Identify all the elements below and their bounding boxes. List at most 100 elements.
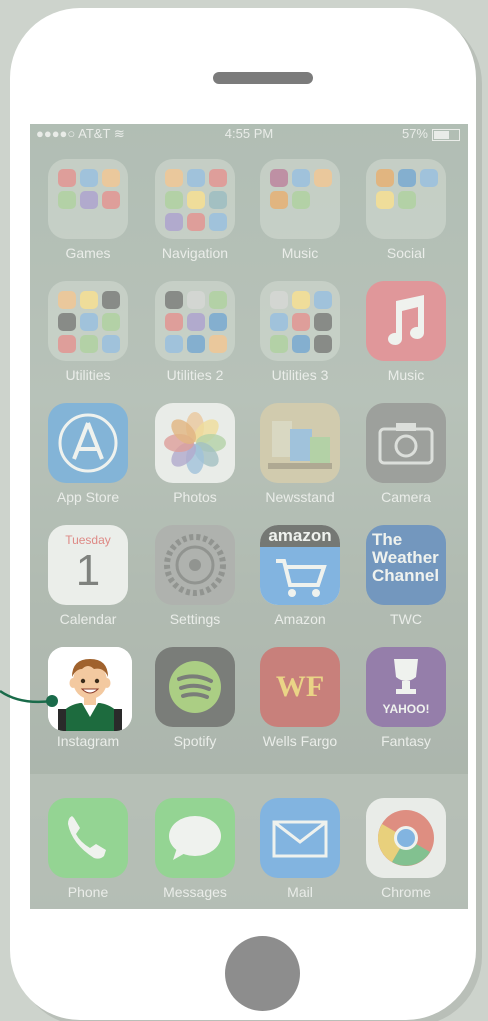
app-app-store[interactable]: App Store [46,403,130,505]
app-label: Chrome [381,884,431,900]
app-camera[interactable]: Camera [364,403,448,505]
folder-mini-icon [209,213,227,231]
folder-mini-icon [376,191,394,209]
app-mail[interactable]: Mail [258,798,342,900]
shopping-cart-icon [260,547,340,605]
app-wells-fargo[interactable]: WF Wells Fargo [258,647,342,749]
home-button[interactable] [225,936,300,1011]
folder-mini-icon [270,169,288,187]
app-label: Amazon [274,611,326,627]
app-label: Music [281,245,319,261]
app-calendar[interactable]: Tuesday 1 Calendar [46,525,130,627]
folder-icon [48,159,128,239]
app-twc[interactable]: The Weather Channel TWC [364,525,448,627]
twc-text-line: The [372,530,403,549]
folder-mini-icon [292,335,310,353]
phone-handset-icon [48,798,128,878]
settings-gear-icon [155,525,235,605]
app-amazon[interactable]: amazon Amazon [258,525,342,627]
envelope-icon [260,798,340,878]
app-label: Messages [163,884,227,900]
folder-mini-icon [187,313,205,331]
wells-fargo-wordmark: WF [275,670,325,703]
app-social[interactable]: Social [364,159,448,261]
folder-icon [155,159,235,239]
app-label: Mail [287,884,313,900]
folder-mini-icon [165,169,183,187]
folder-mini-icon [102,335,120,353]
app-newsstand[interactable]: Newsstand [258,403,342,505]
phone-speaker [213,72,313,84]
calendar-icon: Tuesday 1 [48,525,128,605]
app-utilities-3[interactable]: Utilities 3 [258,281,342,383]
app-label: Photos [173,489,217,505]
folder-mini-icon [292,191,310,209]
app-music[interactable]: Music [258,159,342,261]
yahoo-wordmark: YAHOO! [382,702,430,716]
folder-mini-icon [376,169,394,187]
folder-mini-icon [270,291,288,309]
folder-icon [48,281,128,361]
folder-mini-icon [209,313,227,331]
app-label: Phone [67,884,109,900]
folder-mini-icon [102,191,120,209]
amazon-icon: amazon [260,525,340,605]
folder-mini-icon [209,335,227,353]
folder-mini-icon [80,169,98,187]
folder-mini-icon [292,169,310,187]
newsstand-icon [260,403,340,483]
chrome-logo-icon [366,798,446,878]
folder-mini-icon [102,169,120,187]
app-utilities-2[interactable]: Utilities 2 [153,281,237,383]
folder-mini-icon [209,291,227,309]
folder-mini-icon [314,313,332,331]
folder-mini-icon [292,313,310,331]
phone-screen: ●●●●○ AT&T ≋ 4:55 PM 57% Games Navigation… [30,124,468,909]
music-note-icon [366,281,446,361]
folder-mini-icon [80,191,98,209]
status-bar: ●●●●○ AT&T ≋ 4:55 PM 57% [30,124,468,144]
folder-mini-icon [102,313,120,331]
folder-mini-icon [270,335,288,353]
app-label: Music [387,367,425,383]
folder-mini-icon [270,313,288,331]
folder-mini-icon [187,169,205,187]
app-phone[interactable]: Phone [46,798,130,900]
battery-percent: 57% [401,126,428,141]
twc-text-line: Weather [372,548,439,567]
folder-mini-icon [187,213,205,231]
app-label: App Store [56,489,120,505]
folder-mini-icon [314,291,332,309]
folder-mini-icon [102,291,120,309]
folder-mini-icon [420,169,438,187]
battery-indicator: 57% [402,126,460,141]
app-games[interactable]: Games [46,159,130,261]
app-music[interactable]: Music [364,281,448,383]
folder-mini-icon [58,169,76,187]
app-spotify[interactable]: Spotify [153,647,237,749]
app-utilities[interactable]: Utilities [46,281,130,383]
camera-icon [366,403,446,483]
app-label: Calendar [59,611,117,627]
twc-text-line: Channel [372,566,440,585]
folder-mini-icon [209,169,227,187]
folder-mini-icon [187,191,205,209]
wells-fargo-icon: WF [260,647,340,727]
folder-mini-icon [80,291,98,309]
avatar-app-icon[interactable] [48,647,132,731]
speech-bubble-icon [155,798,235,878]
app-fantasy[interactable]: YAHOO! Fantasy [364,647,448,749]
photos-flower-icon [155,403,235,483]
folder-mini-icon [314,335,332,353]
folder-mini-icon [165,213,183,231]
app-chrome[interactable]: Chrome [364,798,448,900]
app-navigation[interactable]: Navigation [153,159,237,261]
app-photos[interactable]: Photos [153,403,237,505]
folder-mini-icon [165,191,183,209]
app-settings[interactable]: Settings [153,525,237,627]
folder-mini-icon [165,335,183,353]
trophy-icon [394,659,418,694]
app-messages[interactable]: Messages [153,798,237,900]
annotation-pointer [0,689,58,707]
folder-mini-icon [187,291,205,309]
